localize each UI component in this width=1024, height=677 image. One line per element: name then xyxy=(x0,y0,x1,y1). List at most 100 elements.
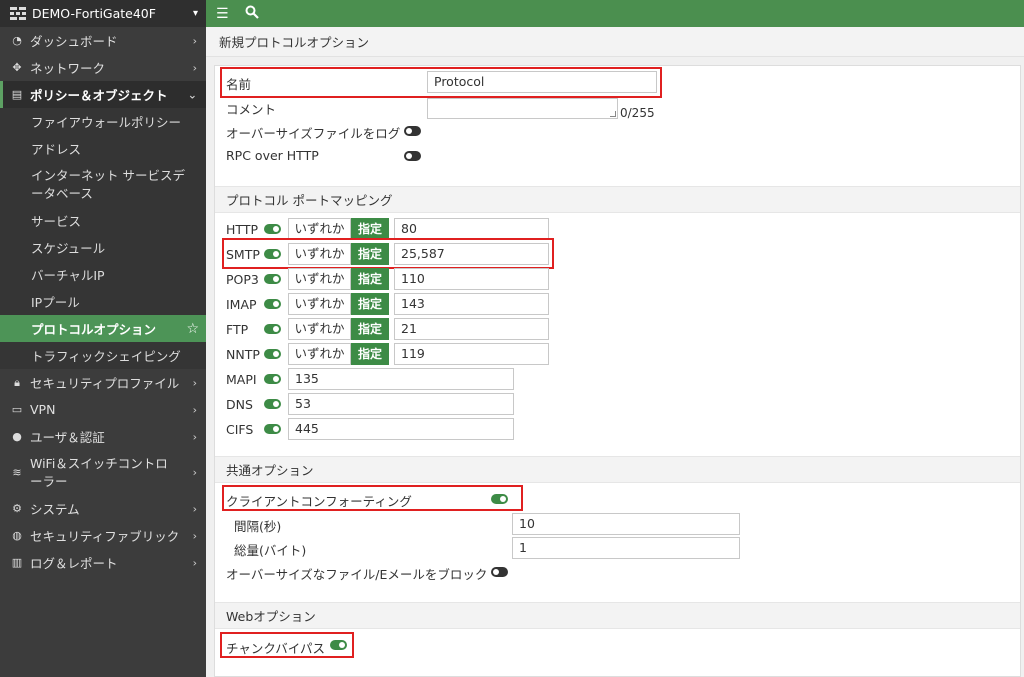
oversize-log-label: オーバーサイズファイルをログ xyxy=(226,126,401,141)
nav-label: ログ＆レポート xyxy=(30,556,118,571)
protocol-label: DNS xyxy=(226,397,253,412)
nav-security-profiles[interactable]: 🔒︎ セキュリティプロファイル › xyxy=(0,369,206,396)
imap-toggle[interactable] xyxy=(264,299,281,309)
mapi-port-input[interactable]: 135 xyxy=(288,368,514,390)
star-icon[interactable]: ☆ xyxy=(186,321,199,337)
device-header[interactable]: DEMO-FortiGate40F ▾ xyxy=(0,0,206,27)
block-oversize-toggle[interactable] xyxy=(491,567,508,577)
specify-button[interactable]: 指定 xyxy=(351,343,389,365)
any-button[interactable]: いずれか xyxy=(288,293,351,315)
ftp-port-input[interactable]: 21 xyxy=(394,318,549,340)
sub-ip-pool[interactable]: IPプール xyxy=(0,288,206,315)
specify-button[interactable]: 指定 xyxy=(351,293,389,315)
search-icon[interactable] xyxy=(245,5,259,23)
resize-handle-icon[interactable] xyxy=(610,111,616,117)
block-oversize-label: オーバーサイズなファイル/Eメールをブロック xyxy=(226,567,488,582)
nav-log-report[interactable]: ▥ ログ＆レポート › xyxy=(0,549,206,576)
section-common-options: 共通オプション xyxy=(215,456,1020,483)
sub-traffic-shaping[interactable]: トラフィックシェイピング xyxy=(0,342,206,369)
sub-services[interactable]: サービス xyxy=(0,207,206,234)
cifs-toggle[interactable] xyxy=(264,424,281,434)
caret-down-icon[interactable]: ▾ xyxy=(193,8,198,19)
chevron-right-icon: › xyxy=(192,403,197,416)
sub-protocol-options[interactable]: プロトコルオプション ☆ xyxy=(0,315,206,342)
sub-address[interactable]: アドレス xyxy=(0,135,206,162)
specify-button[interactable]: 指定 xyxy=(351,318,389,340)
nntp-port-mode: いずれか 指定 xyxy=(288,343,389,365)
oversize-log-toggle[interactable] xyxy=(404,126,421,136)
nav-dashboard[interactable]: ◔ ダッシュボード › xyxy=(0,27,206,54)
chevron-right-icon: › xyxy=(192,61,197,74)
nav-user-auth[interactable]: ● ユーザ＆認証 › xyxy=(0,423,206,450)
sub-label: バーチャルIP xyxy=(31,268,105,283)
sub-virtual-ip[interactable]: バーチャルIP xyxy=(0,261,206,288)
nav-label: セキュリティファブリック xyxy=(30,529,180,544)
comment-textarea[interactable] xyxy=(427,98,618,119)
http-port-input[interactable]: 80 xyxy=(394,218,549,240)
comment-counter: 0/255 xyxy=(620,106,655,120)
http-toggle[interactable] xyxy=(264,224,281,234)
nav-policy-objects[interactable]: ▤ ポリシー＆オブジェクト ⌄ xyxy=(0,81,206,108)
ftp-port-mode: いずれか 指定 xyxy=(288,318,389,340)
mapi-toggle[interactable] xyxy=(264,374,281,384)
dns-port-input[interactable]: 53 xyxy=(288,393,514,415)
chevron-right-icon: › xyxy=(192,556,197,569)
nav-label: VPN xyxy=(30,402,56,417)
nav-network[interactable]: ✥ ネットワーク › xyxy=(0,54,206,81)
imap-port-mode: いずれか 指定 xyxy=(288,293,389,315)
chevron-right-icon: › xyxy=(192,34,197,47)
protocol-label: CIFS xyxy=(226,422,254,437)
amount-label: 総量(バイト) xyxy=(234,543,307,558)
pop3-port-mode: いずれか 指定 xyxy=(288,268,389,290)
sub-label: プロトコルオプション xyxy=(31,322,157,337)
specify-button[interactable]: 指定 xyxy=(351,268,389,290)
nav-system[interactable]: ⚙ システム › xyxy=(0,495,206,522)
cifs-port-input[interactable]: 445 xyxy=(288,418,514,440)
rpc-toggle[interactable] xyxy=(404,151,421,161)
chevron-right-icon: › xyxy=(192,529,197,542)
sub-label: インターネット サービスデータベース xyxy=(31,167,185,201)
nav-wifi-switch[interactable]: ≋ WiFi＆スイッチコントローラー › xyxy=(0,450,206,495)
nav-vpn[interactable]: ▭ VPN › xyxy=(0,396,206,423)
user-icon: ● xyxy=(12,430,22,443)
any-button[interactable]: いずれか xyxy=(288,268,351,290)
highlight-box xyxy=(222,238,554,269)
sub-label: スケジュール xyxy=(31,241,106,256)
lock-icon: 🔒︎ xyxy=(14,375,20,389)
content-area: 名前 Protocol コメント 0/255 オーバーサイズファイルをログ RP… xyxy=(206,57,1024,677)
highlight-box xyxy=(220,67,662,98)
sub-label: IPプール xyxy=(31,295,80,310)
fortigate-logo-icon xyxy=(10,6,26,21)
amount-input[interactable]: 1 xyxy=(512,537,740,559)
protocol-label: NNTP xyxy=(226,347,260,362)
pop3-toggle[interactable] xyxy=(264,274,281,284)
nav-security-fabric[interactable]: ◍ セキュリティファブリック › xyxy=(0,522,206,549)
fabric-icon: ◍ xyxy=(12,529,22,542)
sub-firewall-policy[interactable]: ファイアウォールポリシー xyxy=(0,108,206,135)
protocol-label: FTP xyxy=(226,322,249,337)
protocol-label: MAPI xyxy=(226,372,257,387)
nav-label: ダッシュボード xyxy=(30,34,118,49)
sub-internet-service-db[interactable]: インターネット サービスデータベース xyxy=(0,162,206,207)
nntp-port-input[interactable]: 119 xyxy=(394,343,549,365)
top-bar: ☰ xyxy=(206,0,1024,27)
protocol-label: IMAP xyxy=(226,297,257,312)
hamburger-menu-icon[interactable]: ☰ xyxy=(216,6,229,22)
any-button[interactable]: いずれか xyxy=(288,343,351,365)
any-button[interactable]: いずれか xyxy=(288,318,351,340)
imap-port-input[interactable]: 143 xyxy=(394,293,549,315)
ftp-toggle[interactable] xyxy=(264,324,281,334)
sub-schedules[interactable]: スケジュール xyxy=(0,234,206,261)
page-title: 新規プロトコルオプション xyxy=(206,27,1024,57)
interval-label: 間隔(秒) xyxy=(234,519,282,534)
interval-input[interactable]: 10 xyxy=(512,513,740,535)
pop3-port-input[interactable]: 110 xyxy=(394,268,549,290)
sidebar: DEMO-FortiGate40F ▾ ◔ ダッシュボード › ✥ ネットワーク › ▤… xyxy=(0,0,206,677)
chevron-right-icon: › xyxy=(192,430,197,443)
any-button[interactable]: いずれか xyxy=(288,218,351,240)
highlight-box xyxy=(220,632,354,658)
nntp-toggle[interactable] xyxy=(264,349,281,359)
specify-button[interactable]: 指定 xyxy=(351,218,389,240)
dns-toggle[interactable] xyxy=(264,399,281,409)
section-web-options: Webオプション xyxy=(215,602,1020,629)
